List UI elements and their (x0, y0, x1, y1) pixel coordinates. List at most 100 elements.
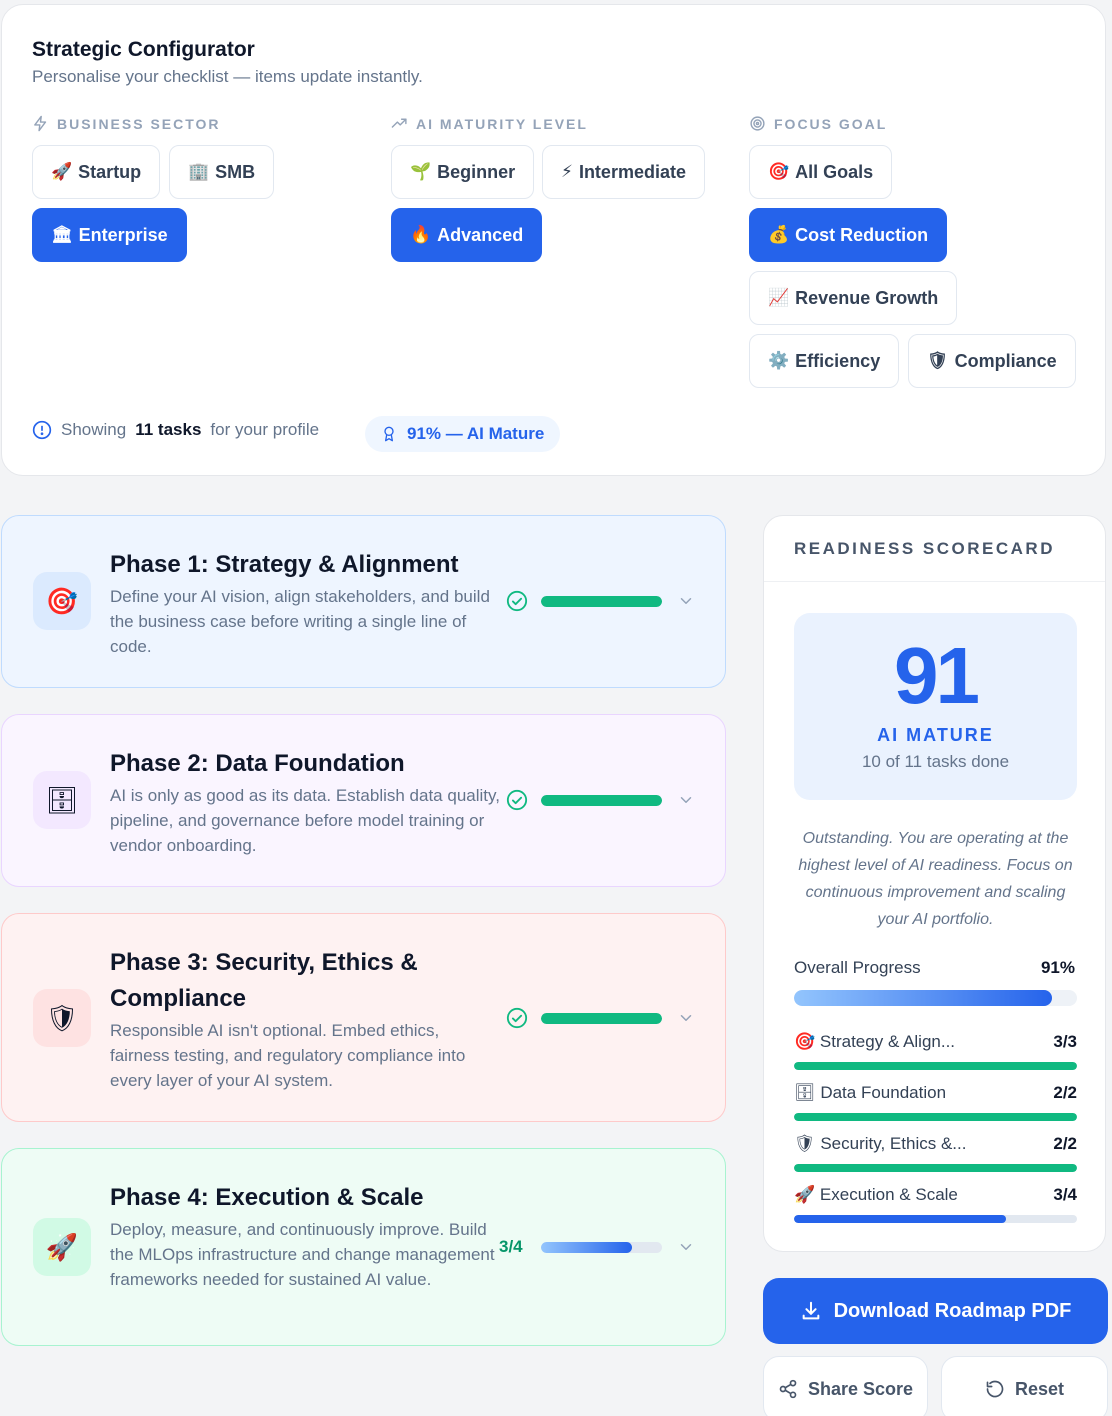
target-icon: 🎯 (794, 1032, 816, 1051)
chevron-down-icon[interactable] (677, 592, 695, 610)
focus-goal-label: FOCUS GOAL (774, 115, 888, 132)
progress-fill (794, 1062, 1077, 1070)
progress-fill (794, 990, 1052, 1006)
phase-title: Phase 4: Execution & Scale (110, 1184, 424, 1211)
dart-target-icon: 🎯 (768, 162, 790, 181)
maturity-chip-beginner[interactable]: 🌱 Beginner (391, 145, 535, 199)
chevron-down-icon[interactable] (677, 1238, 695, 1256)
scorecard-heading: READINESS SCORECARD (794, 539, 1055, 558)
rocket-icon: 🚀 (794, 1185, 816, 1204)
share-label: Share Score (807, 1378, 914, 1399)
phase-progress-bar (541, 1242, 662, 1253)
phase-score-execution: 🚀 Execution & Scale 3/4 (794, 1185, 1077, 1223)
chip-label: Revenue Growth (795, 287, 939, 308)
chip-label: Efficiency (795, 350, 881, 371)
chip-label: Advanced (437, 224, 524, 245)
phase-score-value: 2/2 (1053, 1083, 1077, 1102)
showing-count: 11 tasks (135, 420, 202, 439)
reset-icon (986, 1380, 1004, 1398)
chevron-down-icon[interactable] (677, 1009, 695, 1027)
check-circle-icon (506, 590, 528, 612)
phase-score-security: 🛡 Security, Ethics &... 2/2 (794, 1134, 1077, 1172)
phase-score-label: Execution & Scale (819, 1185, 958, 1204)
phase-score-data: 🗄 Data Foundation 2/2 (794, 1083, 1077, 1121)
check-circle-icon (506, 1007, 528, 1029)
shield-icon: 🛡 (927, 351, 949, 370)
phase-card-3[interactable]: 🛡 Phase 3: Security, Ethics & Compliance… (1, 913, 726, 1122)
phase-score-value: 3/3 (1053, 1032, 1077, 1051)
phase-description: Define your AI vision, align stakeholder… (110, 587, 490, 656)
phase-score-label: Strategy & Align... (819, 1032, 956, 1051)
maturity-chip-advanced[interactable]: 🔥 Advanced (391, 208, 543, 262)
maturity-badge: 91% — AI Mature (365, 416, 561, 452)
chip-label: Intermediate (578, 161, 686, 182)
rocket-icon: 🚀 (33, 1218, 91, 1276)
goal-chip-all-goals[interactable]: 🎯 All Goals (749, 145, 893, 199)
download-label: Download Roadmap PDF (833, 1299, 1072, 1322)
maturity-chip-intermediate[interactable]: ⚡ Intermediate (542, 145, 705, 199)
office-building-icon: 🏢 (188, 162, 210, 181)
seedling-icon: 🌱 (410, 162, 432, 181)
chip-label: SMB (215, 161, 256, 182)
strategic-configurator-card: Strategic Configurator Personalise your … (1, 4, 1106, 476)
money-bag-icon: 💰 (768, 225, 790, 244)
focus-goal-heading: FOCUS GOAL (749, 115, 887, 132)
phase-card-1[interactable]: 🎯 Phase 1: Strategy & Alignment Define y… (1, 515, 726, 688)
phase-title: Phase 2: Data Foundation (110, 750, 405, 777)
divider (764, 581, 1105, 582)
readiness-message: Outstanding. You are operating at the hi… (798, 830, 1073, 928)
phase-title: Phase 3: Security, Ethics & Compliance (110, 949, 418, 1012)
readiness-level: AI MATURE (877, 725, 994, 745)
trending-up-icon (391, 118, 407, 128)
share-score-button[interactable]: Share Score (763, 1356, 928, 1416)
file-cabinet-icon: 🗄 (33, 771, 91, 829)
check-circle-icon (506, 789, 528, 811)
task-count-summary: Showing 11 tasks for your profile (32, 420, 319, 440)
configurator-title: Strategic Configurator (32, 38, 255, 61)
overall-progress-label: Overall Progress (794, 958, 921, 977)
phase-score-value: 2/2 (1053, 1134, 1077, 1153)
phase-score-label: Security, Ethics &... (820, 1134, 967, 1153)
progress-fill (794, 1164, 1077, 1172)
goal-chip-revenue-growth[interactable]: 📈 Revenue Growth (749, 271, 958, 325)
rocket-icon: 🚀 (51, 162, 73, 181)
progress-fill (541, 596, 662, 607)
phase-score-bar (794, 1113, 1077, 1121)
sector-chip-startup[interactable]: 🚀 Startup (32, 145, 161, 199)
showing-suffix: for your profile (210, 420, 320, 439)
gear-icon: ⚙️ (768, 351, 790, 370)
chip-label: Compliance (954, 350, 1057, 371)
goal-chip-compliance[interactable]: 🛡 Compliance (908, 334, 1076, 388)
progress-fill (541, 1242, 632, 1253)
phase-score-bar (794, 1164, 1077, 1172)
shield-icon: 🛡 (33, 989, 91, 1047)
sector-chip-enterprise[interactable]: 🏛 Enterprise (32, 208, 187, 262)
chevron-down-icon[interactable] (677, 791, 695, 809)
chart-increasing-icon: 📈 (768, 288, 790, 307)
phase-description: AI is only as good as its data. Establis… (110, 786, 500, 855)
reset-button[interactable]: Reset (941, 1356, 1108, 1416)
phase-score-bar (794, 1062, 1077, 1070)
phase-description: Deploy, measure, and continuously improv… (110, 1220, 495, 1289)
progress-fill (794, 1215, 1007, 1223)
maturity-badge-text: 91% — AI Mature (407, 424, 545, 443)
configurator-subtitle: Personalise your checklist — items updat… (32, 67, 423, 86)
target-icon: 🎯 (33, 572, 91, 630)
chip-label: Enterprise (78, 224, 168, 245)
fire-icon: 🔥 (410, 225, 432, 244)
readiness-scorecard: READINESS SCORECARD 91 AI MATURE 10 of 1… (763, 515, 1106, 1252)
progress-fill (541, 795, 662, 806)
phase-score-bar (794, 1215, 1077, 1223)
reset-label: Reset (1014, 1378, 1065, 1399)
business-sector-heading: BUSINESS SECTOR (32, 115, 221, 132)
sector-chip-smb[interactable]: 🏢 SMB (169, 145, 275, 199)
phase-card-2[interactable]: 🗄 Phase 2: Data Foundation AI is only as… (1, 714, 726, 887)
goal-chip-efficiency[interactable]: ⚙️ Efficiency (749, 334, 900, 388)
file-cabinet-icon: 🗄 (794, 1083, 816, 1102)
download-roadmap-button[interactable]: Download Roadmap PDF (763, 1278, 1108, 1344)
goal-chip-cost-reduction[interactable]: 💰 Cost Reduction (749, 208, 948, 262)
phase-card-4[interactable]: 🚀 Phase 4: Execution & Scale Deploy, mea… (1, 1148, 726, 1346)
phase-progress-bar (541, 596, 662, 607)
info-circle-icon (32, 420, 52, 440)
phase-progress-bar (541, 795, 662, 806)
